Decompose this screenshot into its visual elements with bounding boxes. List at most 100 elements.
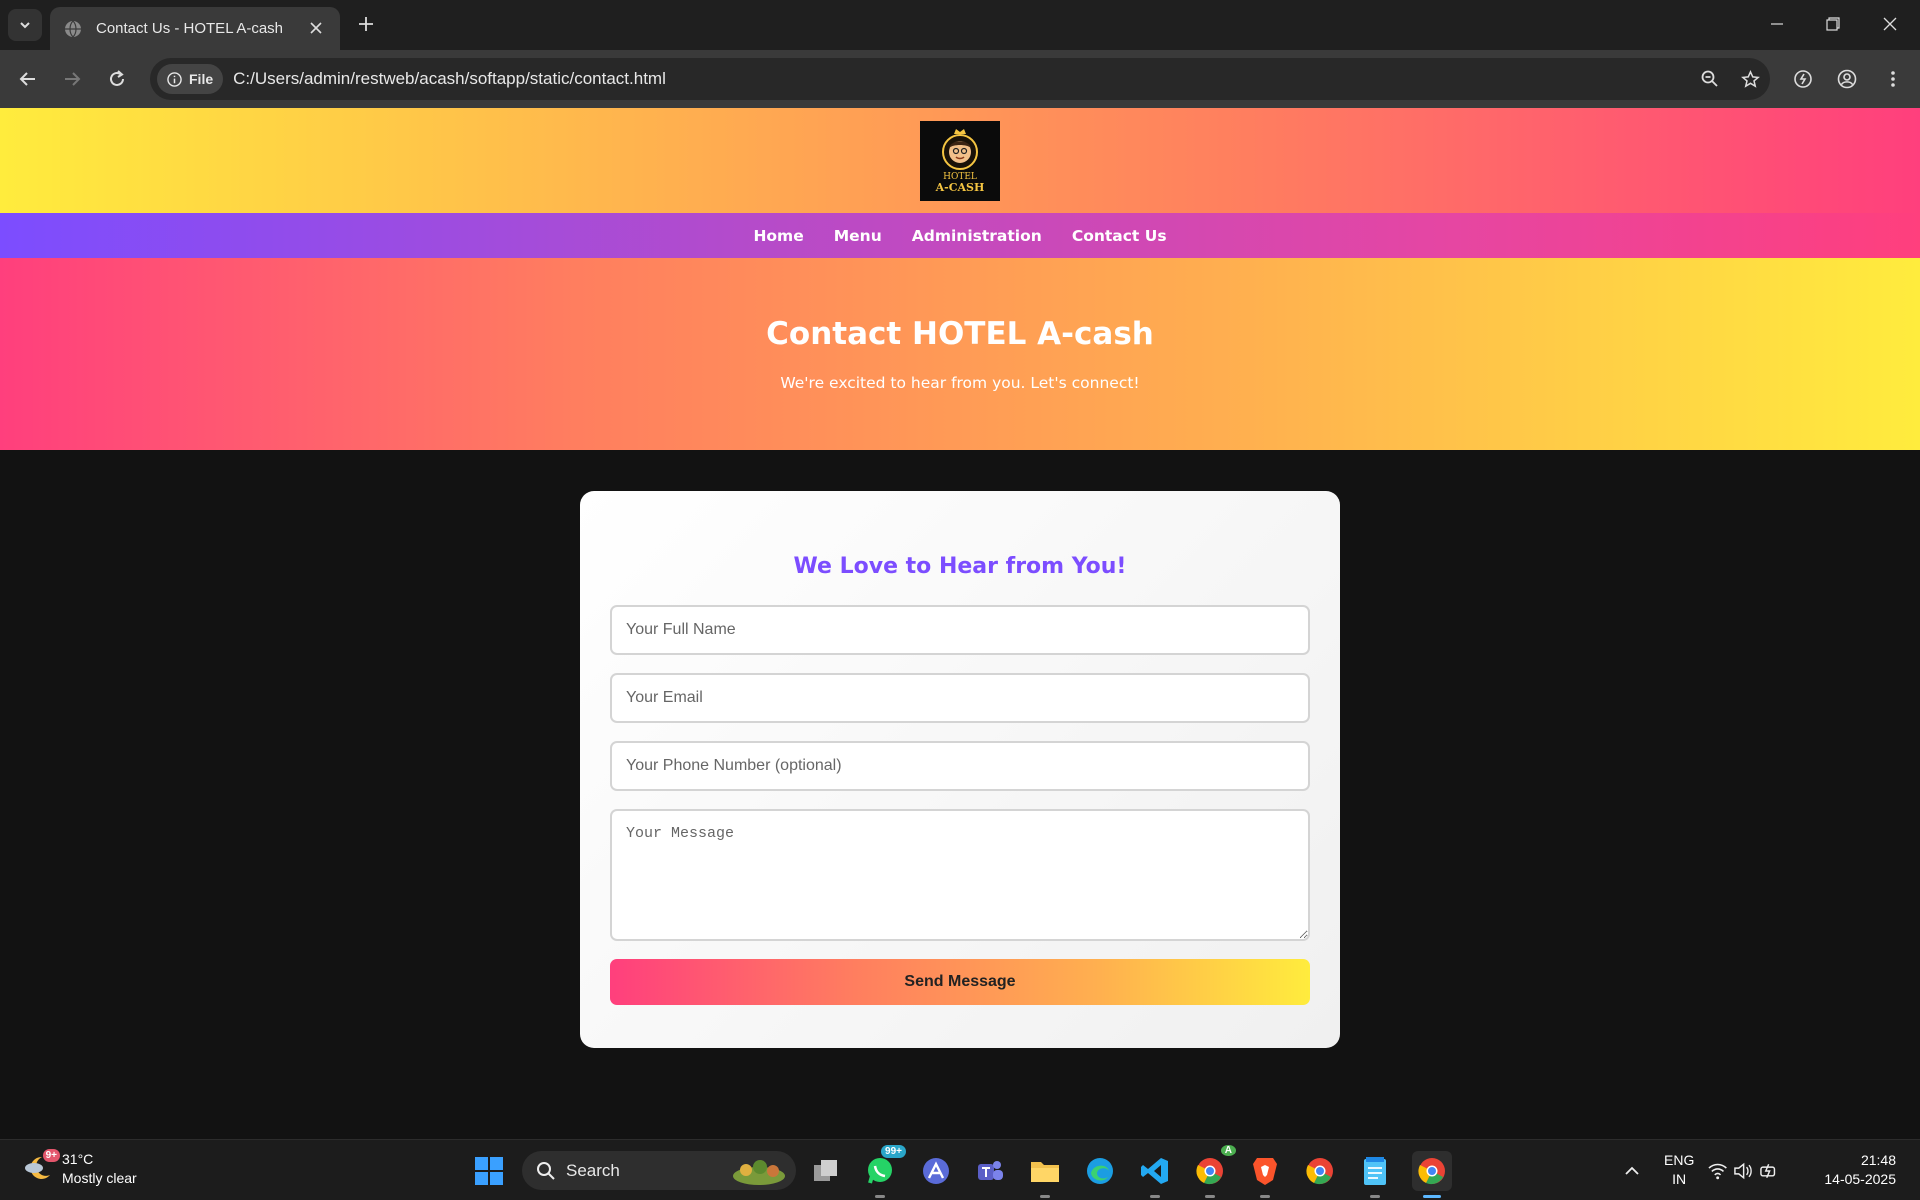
back-button[interactable] bbox=[13, 64, 43, 94]
taskbar-arc[interactable] bbox=[918, 1153, 954, 1189]
chevron-down-icon bbox=[20, 22, 30, 29]
taskbar-chrome-profile[interactable]: A bbox=[1192, 1145, 1236, 1198]
speedometer-icon bbox=[1794, 70, 1812, 88]
weather-widget[interactable]: 9+ 31°C Mostly clear bbox=[22, 1149, 137, 1188]
taskbar-search[interactable]: Search bbox=[522, 1151, 796, 1190]
taskbar-whatsapp[interactable]: 99+ bbox=[862, 1145, 906, 1198]
restore-icon bbox=[1826, 17, 1840, 31]
reload-button[interactable] bbox=[102, 64, 132, 94]
taskbar-notepad[interactable] bbox=[1357, 1153, 1393, 1198]
weather-condition: Mostly clear bbox=[62, 1170, 137, 1186]
language-indicator[interactable]: ENG IN bbox=[1664, 1151, 1694, 1189]
chevron-up-icon bbox=[1625, 1166, 1639, 1175]
clock-date: 14-05-2025 bbox=[1824, 1171, 1896, 1187]
plus-icon bbox=[359, 17, 373, 31]
zoom-button[interactable] bbox=[1690, 58, 1730, 100]
hero-subtitle: We're excited to hear from you. Let's co… bbox=[780, 374, 1140, 392]
brave-icon bbox=[1253, 1158, 1277, 1185]
logo-line1: HOTEL bbox=[943, 171, 977, 182]
new-tab-button[interactable] bbox=[352, 10, 380, 38]
taskbar-chrome[interactable] bbox=[1302, 1153, 1338, 1189]
chrome-profile-badge: A bbox=[1220, 1145, 1236, 1156]
main-nav: Home Menu Administration Contact Us bbox=[0, 213, 1920, 258]
teams-icon bbox=[978, 1161, 1003, 1180]
start-button[interactable] bbox=[471, 1153, 507, 1189]
browser-menu-button[interactable] bbox=[1878, 64, 1908, 94]
nav-administration[interactable]: Administration bbox=[912, 227, 1042, 245]
forward-button[interactable] bbox=[57, 64, 87, 94]
profile-button[interactable] bbox=[1832, 64, 1862, 94]
whatsapp-badge: 99+ bbox=[881, 1145, 906, 1158]
lang-line2: IN bbox=[1672, 1171, 1687, 1187]
search-highlight-icon bbox=[733, 1159, 785, 1185]
arc-browser-icon bbox=[923, 1158, 949, 1184]
profile-icon bbox=[1837, 69, 1857, 89]
taskbar-brave[interactable] bbox=[1247, 1153, 1283, 1198]
hero-banner: Contact HOTEL A-cash We're excited to he… bbox=[0, 258, 1920, 450]
bookmark-button[interactable] bbox=[1730, 58, 1770, 100]
taskbar-clock[interactable]: 21:48 14-05-2025 bbox=[1824, 1151, 1896, 1189]
running-indicator bbox=[875, 1195, 885, 1198]
minimize-button[interactable] bbox=[1757, 8, 1797, 40]
tab-search-button[interactable] bbox=[8, 9, 42, 41]
whatsapp-icon bbox=[868, 1158, 892, 1184]
contact-form-card: We Love to Hear from You! Send Message bbox=[580, 491, 1340, 1048]
tab-close-button[interactable] bbox=[306, 18, 326, 39]
zoom-out-icon bbox=[1701, 70, 1718, 87]
weather-badge: 9+ bbox=[42, 1149, 60, 1162]
url-text: C:/Users/admin/restweb/acash/softapp/sta… bbox=[233, 69, 666, 88]
browser-tab[interactable]: Contact Us - HOTEL A-cash bbox=[50, 7, 340, 50]
running-indicator bbox=[1205, 1195, 1215, 1198]
taskbar-file-explorer[interactable] bbox=[1027, 1153, 1063, 1198]
running-indicator bbox=[1370, 1195, 1380, 1198]
task-view-button[interactable] bbox=[808, 1153, 844, 1189]
windows-taskbar: 9+ 31°C Mostly clear Search 99+ A ENG IN… bbox=[0, 1139, 1920, 1200]
minimize-icon bbox=[1771, 23, 1783, 25]
running-indicator bbox=[1040, 1195, 1050, 1198]
wifi-icon bbox=[1708, 1163, 1727, 1180]
address-bar[interactable]: File C:/Users/admin/restweb/acash/softap… bbox=[150, 58, 1770, 100]
form-heading: We Love to Hear from You! bbox=[793, 554, 1127, 579]
chef-mascot-icon bbox=[942, 128, 978, 170]
logo-line2: A-CASH bbox=[935, 180, 985, 194]
site-info-chip[interactable]: File bbox=[157, 64, 224, 94]
send-message-button[interactable]: Send Message bbox=[610, 959, 1310, 1005]
email-input[interactable] bbox=[610, 673, 1310, 723]
nav-contact[interactable]: Contact Us bbox=[1072, 227, 1167, 245]
system-tray-quick-settings[interactable] bbox=[1708, 1153, 1778, 1189]
vscode-icon bbox=[1141, 1158, 1168, 1184]
hotel-logo[interactable]: HOTEL A-CASH bbox=[920, 120, 1000, 201]
nav-menu[interactable]: Menu bbox=[834, 227, 882, 245]
phone-input[interactable] bbox=[610, 741, 1310, 791]
taskbar-chrome-active[interactable] bbox=[1412, 1151, 1452, 1198]
running-indicator bbox=[1423, 1195, 1441, 1198]
show-hidden-icons-button[interactable] bbox=[1614, 1153, 1650, 1189]
globe-icon bbox=[65, 20, 81, 38]
star-icon bbox=[1740, 69, 1760, 88]
folder-icon bbox=[1031, 1162, 1059, 1182]
edge-icon bbox=[1087, 1158, 1113, 1184]
restore-button[interactable] bbox=[1813, 8, 1853, 40]
nav-home[interactable]: Home bbox=[753, 227, 803, 245]
search-label: Search bbox=[566, 1160, 620, 1180]
tab-title: Contact Us - HOTEL A-cash bbox=[96, 20, 284, 37]
taskbar-vscode[interactable] bbox=[1137, 1153, 1173, 1198]
arrow-left-icon bbox=[19, 72, 35, 86]
clock-time: 21:48 bbox=[1860, 1152, 1896, 1168]
chrome-icon bbox=[1306, 1158, 1333, 1185]
browser-toolbar: File C:/Users/admin/restweb/acash/softap… bbox=[0, 50, 1920, 108]
chrome-icon bbox=[1196, 1158, 1223, 1185]
battery-charging-icon bbox=[1759, 1163, 1775, 1179]
taskbar-teams[interactable] bbox=[972, 1153, 1008, 1189]
info-icon bbox=[167, 71, 182, 87]
message-textarea[interactable] bbox=[610, 809, 1310, 941]
full-name-input[interactable] bbox=[610, 605, 1310, 655]
windows-logo-icon bbox=[475, 1157, 503, 1185]
taskbar-edge[interactable] bbox=[1082, 1153, 1118, 1189]
running-indicator bbox=[1260, 1195, 1270, 1198]
browser-titlebar: Contact Us - HOTEL A-cash bbox=[0, 0, 1920, 50]
performance-button[interactable] bbox=[1788, 64, 1818, 94]
task-view-icon bbox=[814, 1160, 837, 1181]
close-window-button[interactable] bbox=[1870, 8, 1910, 40]
weather-temperature: 31°C bbox=[62, 1151, 94, 1167]
